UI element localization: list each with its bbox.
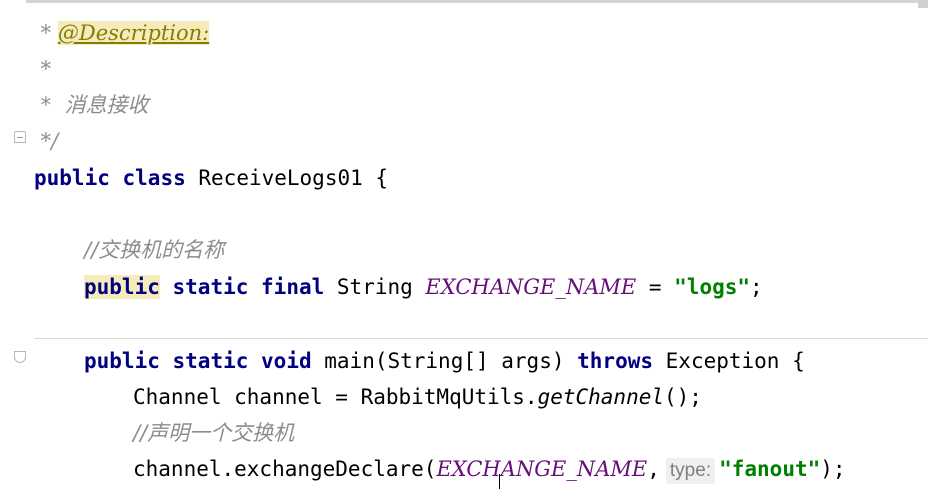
- keyword-throws: throws: [577, 349, 653, 373]
- code-line-6[interactable]: //交换机的名称: [84, 236, 224, 264]
- keyword-public: public: [34, 166, 110, 190]
- keyword-final: final: [261, 275, 325, 299]
- code-line-8[interactable]: public static void main(String[] args) t…: [84, 347, 805, 375]
- comma: ,: [647, 457, 660, 481]
- code-line-9[interactable]: Channel channel = RabbitMqUtils.getChann…: [133, 383, 702, 411]
- static-method-call: getChannel: [537, 385, 665, 409]
- editor-gutter: [0, 0, 26, 489]
- method-separator: [34, 338, 928, 339]
- code-line-11[interactable]: channel.exchangeDeclare(EXCHANGE_NAME, ty…: [133, 455, 846, 484]
- constant-name: EXCHANGE_NAME: [436, 457, 648, 481]
- statement-text: channel.exchangeDeclare(: [133, 457, 437, 481]
- scrollbar-thumb[interactable]: [918, 0, 928, 8]
- type-name: String: [336, 275, 413, 299]
- code-line-4[interactable]: */: [34, 127, 59, 155]
- string-literal: "fanout": [719, 457, 821, 481]
- comment-text: */: [34, 129, 59, 153]
- exception-type: Exception {: [665, 349, 805, 373]
- operator: =: [636, 275, 675, 299]
- code-line-10[interactable]: //声明一个交换机: [133, 419, 294, 447]
- code-line-7[interactable]: public static final String EXCHANGE_NAME…: [84, 273, 763, 301]
- fold-start-icon[interactable]: [14, 351, 26, 363]
- keyword-public: public: [84, 349, 160, 373]
- statement-text: Channel channel = RabbitMqUtils.: [133, 385, 538, 409]
- keyword-static: static: [172, 275, 249, 299]
- editor-top-border: [0, 0, 928, 3]
- comment-text: //交换机的名称: [84, 238, 225, 262]
- class-name: ReceiveLogs01 {: [198, 166, 389, 190]
- keyword-class: class: [122, 166, 186, 190]
- method-signature: main(String[] args): [324, 349, 565, 373]
- keyword-public: public: [84, 275, 160, 299]
- fold-end-icon[interactable]: [14, 131, 26, 143]
- statement-end: ();: [664, 385, 702, 409]
- parameter-hint: type:: [665, 458, 716, 484]
- comment-text: //声明一个交换机: [133, 421, 295, 445]
- code-editor[interactable]: * @Description: * * 消息接收 */ public class…: [0, 0, 928, 489]
- keyword-void: void: [261, 349, 312, 373]
- statement-end: );: [820, 457, 846, 481]
- code-line-1[interactable]: * @Description:: [34, 19, 210, 47]
- string-literal: "logs": [674, 275, 751, 299]
- code-line-5[interactable]: public class ReceiveLogs01 {: [34, 164, 388, 192]
- mouse-text-cursor: [499, 474, 500, 489]
- code-line-2[interactable]: *: [34, 55, 52, 83]
- comment-star: *: [34, 21, 58, 45]
- javadoc-tag: @Description:: [57, 21, 210, 45]
- comment-text: * 消息接收: [34, 93, 149, 117]
- code-line-3[interactable]: * 消息接收: [34, 91, 149, 119]
- constant-name: EXCHANGE_NAME: [425, 275, 637, 299]
- comment-text: *: [34, 57, 52, 81]
- semicolon: ;: [750, 275, 763, 299]
- keyword-static: static: [172, 349, 249, 373]
